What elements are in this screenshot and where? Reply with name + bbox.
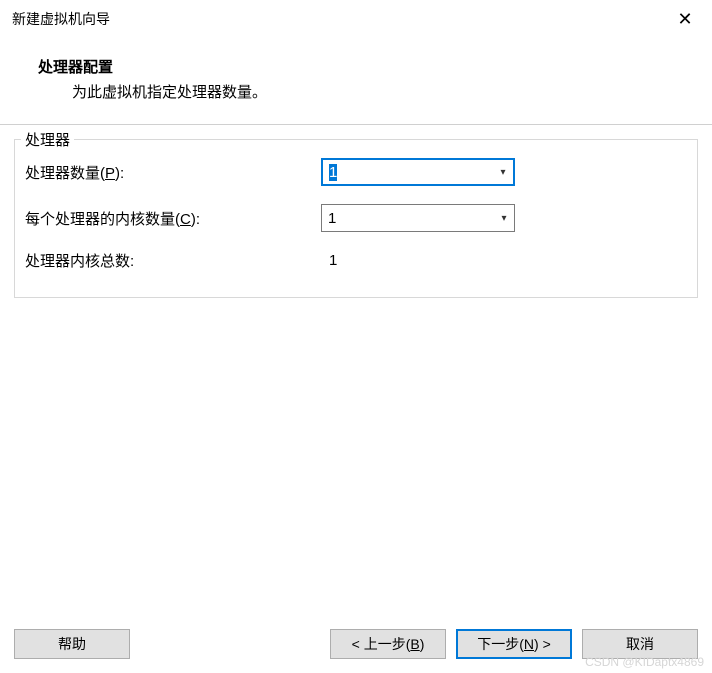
group-legend: 处理器	[21, 129, 74, 150]
label-cores-per-processor: 每个处理器的内核数量(C):	[23, 208, 321, 229]
processor-count-value: 1	[323, 164, 493, 181]
cores-per-processor-combobox[interactable]: 1 ▾	[321, 204, 515, 232]
wizard-header: 处理器配置 为此虚拟机指定处理器数量。	[0, 38, 712, 124]
total-cores-value: 1	[321, 252, 337, 269]
chevron-down-icon: ▾	[494, 213, 514, 224]
row-processor-count: 处理器数量(P): 1 ▾	[23, 158, 689, 186]
row-total-cores: 处理器内核总数: 1	[23, 250, 689, 271]
close-icon[interactable]: ✕	[670, 9, 700, 30]
processor-count-combobox[interactable]: 1 ▾	[321, 158, 515, 186]
window-title: 新建虚拟机向导	[12, 9, 110, 29]
button-bar: 帮助 < 上一步(B) 下一步(N) > 取消	[0, 629, 712, 659]
cancel-button[interactable]: 取消	[582, 629, 698, 659]
next-button[interactable]: 下一步(N) >	[456, 629, 572, 659]
cores-per-processor-value: 1	[322, 210, 494, 227]
row-cores-per-processor: 每个处理器的内核数量(C): 1 ▾	[23, 204, 689, 232]
label-total-cores: 处理器内核总数:	[23, 250, 321, 271]
label-processor-count: 处理器数量(P):	[23, 162, 321, 183]
titlebar: 新建虚拟机向导 ✕	[0, 0, 712, 38]
back-button[interactable]: < 上一步(B)	[330, 629, 446, 659]
chevron-down-icon: ▾	[493, 167, 513, 178]
page-subtitle: 为此虚拟机指定处理器数量。	[0, 81, 712, 102]
page-title: 处理器配置	[0, 56, 712, 77]
content-area: 处理器 处理器数量(P): 1 ▾ 每个处理器的内核数量(C): 1 ▾ 处理器…	[0, 125, 712, 298]
processor-group: 处理器 处理器数量(P): 1 ▾ 每个处理器的内核数量(C): 1 ▾ 处理器…	[14, 139, 698, 298]
help-button[interactable]: 帮助	[14, 629, 130, 659]
